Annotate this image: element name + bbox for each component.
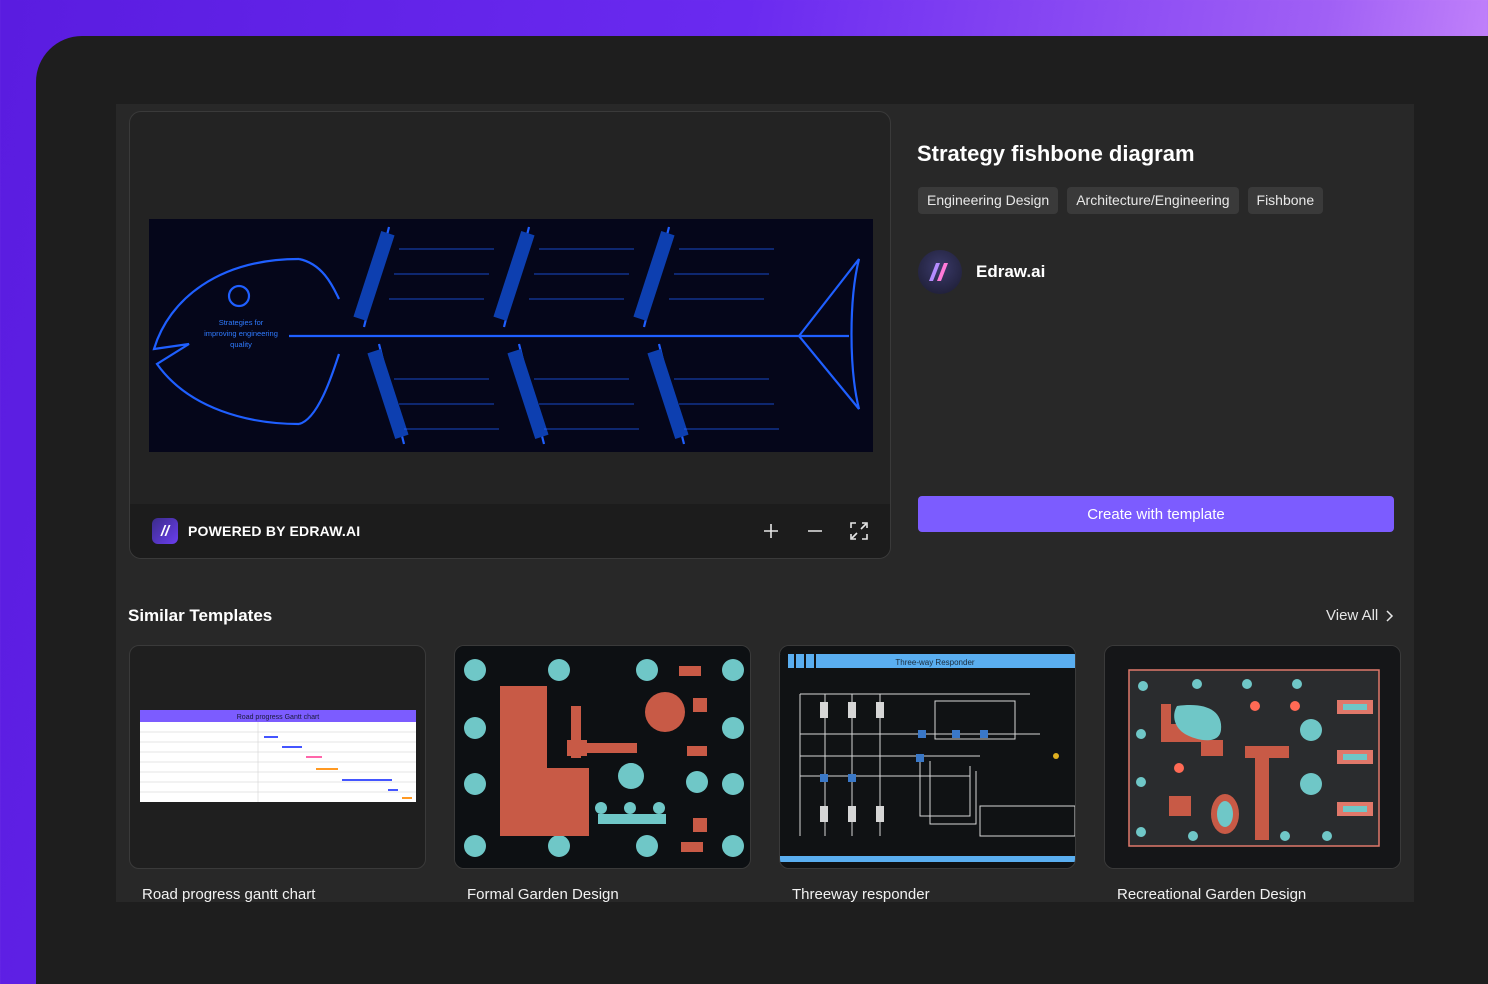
card-label: Threeway responder [792, 886, 930, 903]
template-card-threeway-responder[interactable]: Three-way Responder Threeway responder [779, 645, 1076, 903]
card-label: Recreational Garden Design [1117, 886, 1307, 903]
tag-list: Engineering Design Architecture/Engineer… [918, 187, 1324, 214]
author-name: Edraw.ai [976, 262, 1046, 281]
view-all-link[interactable]: View All [1326, 607, 1394, 624]
fishbone-diagram-preview: Strategies for improving engineering qua… [149, 219, 873, 452]
create-with-template-button[interactable]: Create with template [918, 496, 1394, 532]
zoom-out-icon[interactable] [806, 522, 824, 540]
fish-head-line-1: Strategies for [219, 318, 264, 327]
tag-fishbone[interactable]: Fishbone [1247, 187, 1324, 214]
responder-thumb-title: Three-way Responder [895, 658, 974, 667]
zoom-in-icon[interactable] [762, 522, 780, 540]
card-label: Road progress gantt chart [142, 886, 316, 903]
fish-head-line-3: quality [230, 340, 252, 349]
tag-engineering-design[interactable]: Engineering Design [918, 187, 1059, 214]
fish-head-line-2: improving engineering [204, 329, 278, 338]
chevron-right-icon [1386, 609, 1394, 622]
similar-templates-title: Similar Templates [128, 606, 273, 625]
view-all-label: View All [1326, 607, 1379, 624]
template-title: Strategy fishbone diagram [917, 141, 1195, 166]
template-card-recreational-garden[interactable]: Recreational Garden Design [1104, 645, 1401, 903]
card-thumbnail: Three-way Responder [779, 645, 1076, 869]
avatar [918, 250, 962, 294]
template-card-formal-garden[interactable]: Formal Garden Design [454, 645, 751, 903]
author-info[interactable]: Edraw.ai [918, 250, 1045, 294]
fullscreen-icon[interactable] [850, 522, 868, 540]
card-thumbnail [454, 645, 751, 869]
template-card-gantt[interactable]: Road progress Gantt chart Road progress … [129, 645, 426, 903]
edraw-logo-icon: // [152, 518, 178, 544]
tag-architecture-engineering[interactable]: Architecture/Engineering [1067, 187, 1239, 214]
preview-toolbar: // POWERED BY EDRAW.AI [130, 504, 890, 558]
gantt-thumb-title: Road progress Gantt chart [237, 714, 320, 721]
card-thumbnail: Road progress Gantt chart [129, 645, 426, 869]
card-thumbnail [1104, 645, 1401, 869]
template-preview[interactable]: Strategies for improving engineering qua… [129, 111, 891, 559]
card-label: Formal Garden Design [467, 886, 619, 903]
powered-by-label: POWERED BY EDRAW.AI [188, 523, 361, 539]
